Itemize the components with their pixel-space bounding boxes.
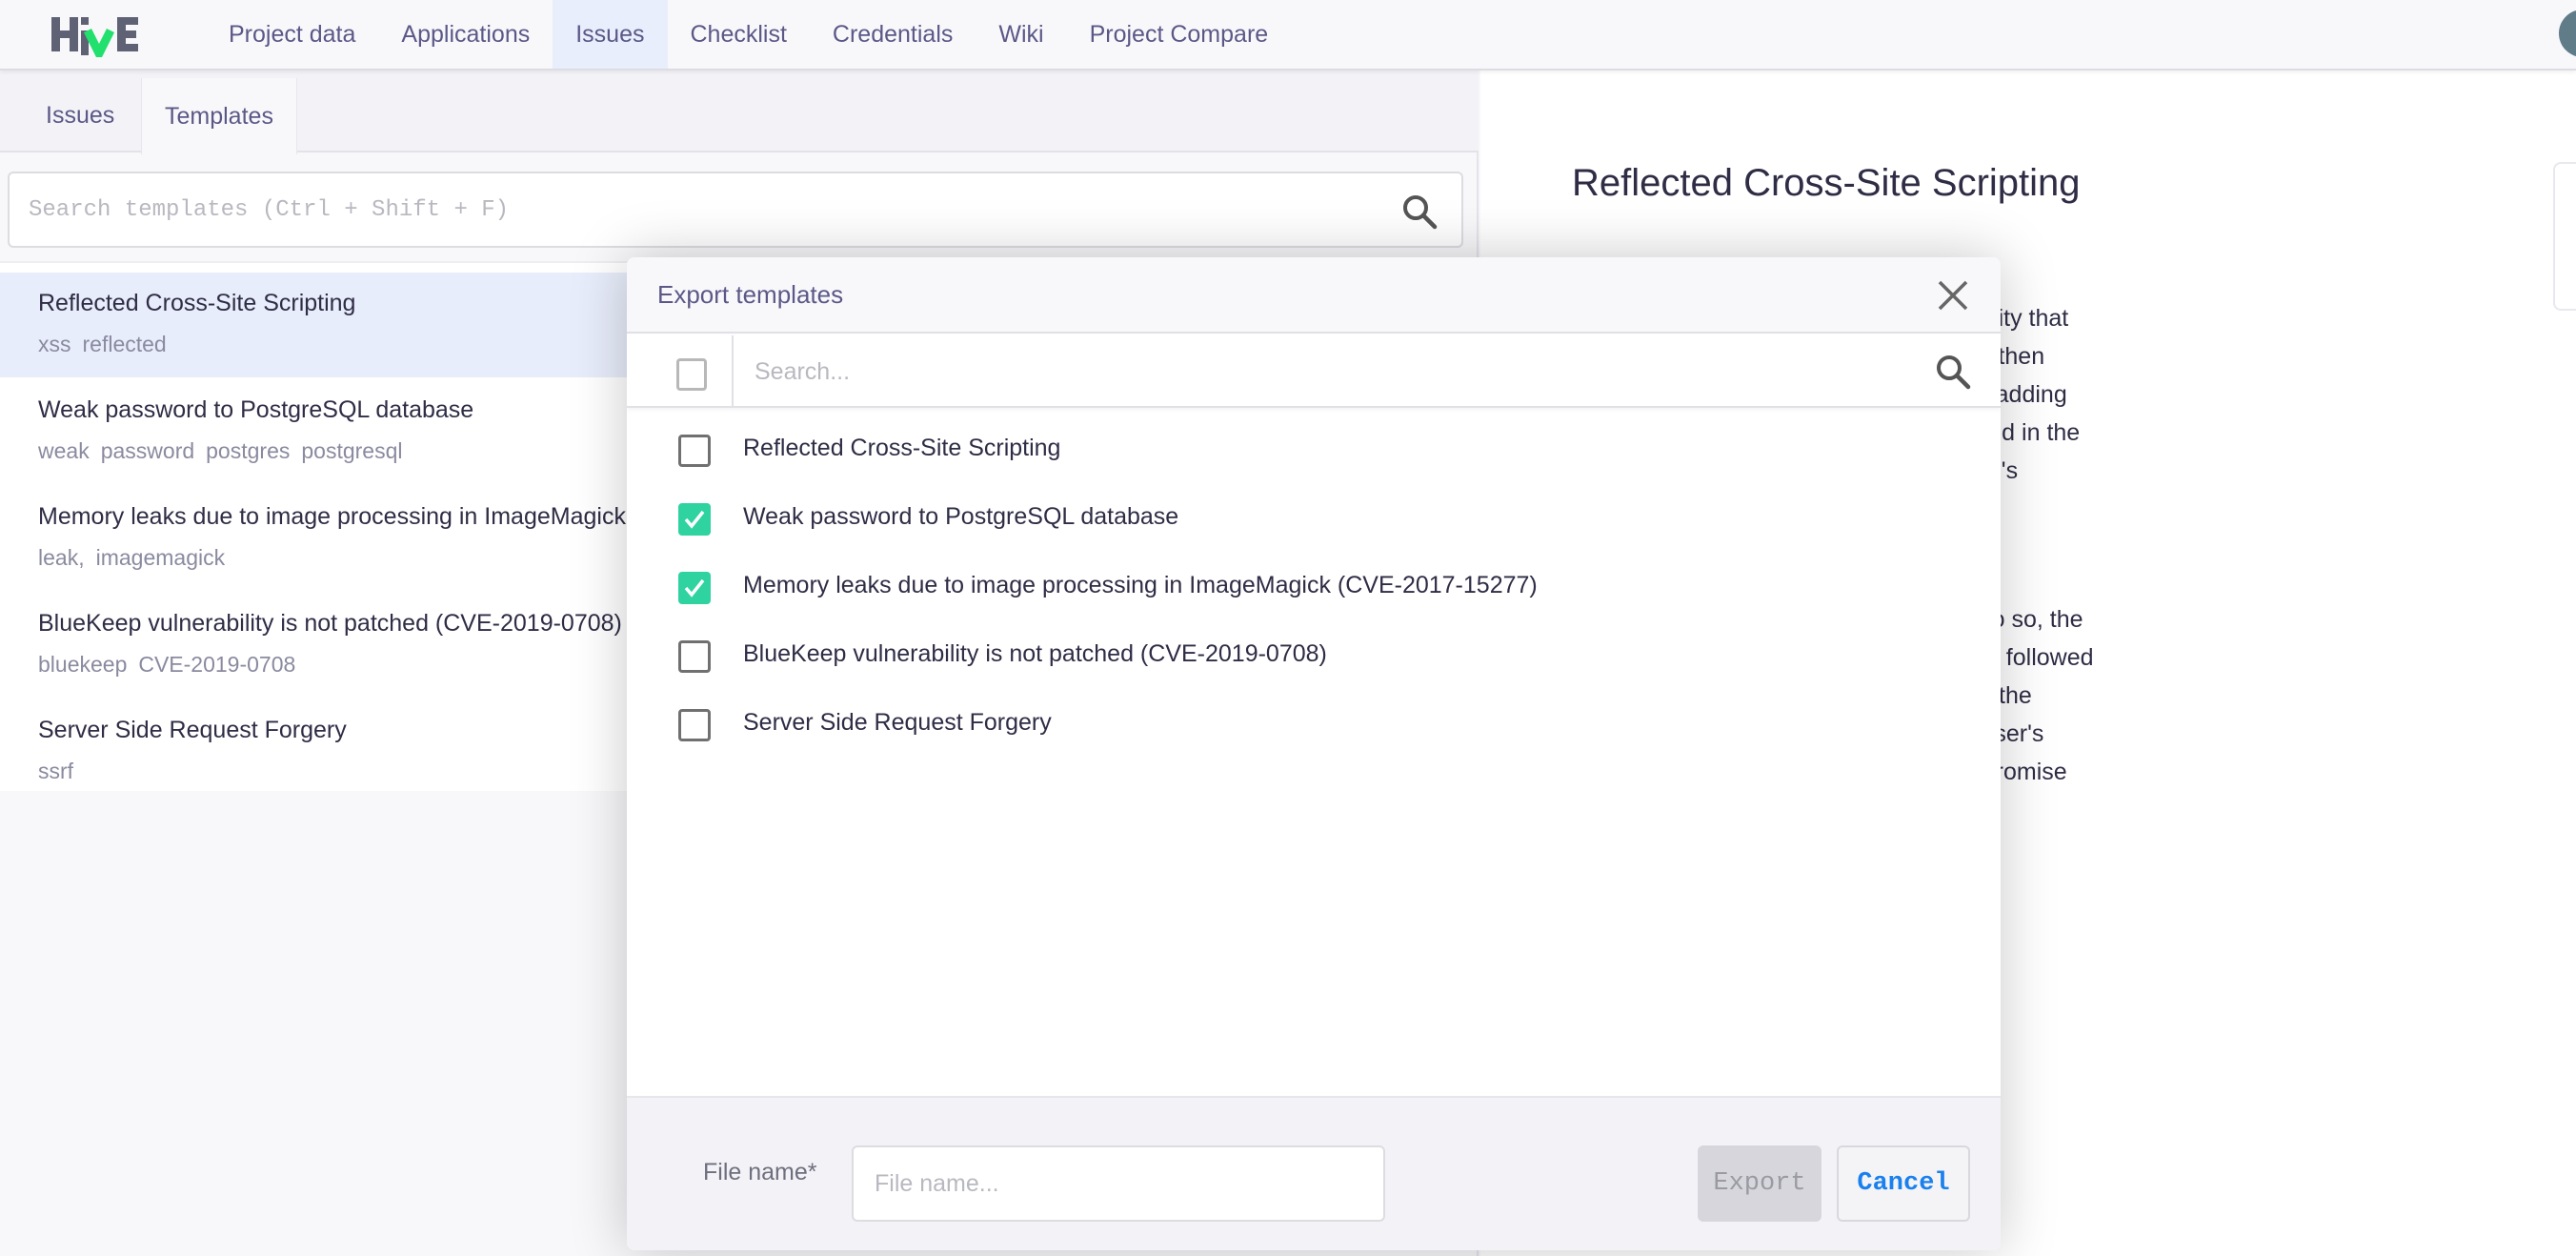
tag: imagemagick — [95, 545, 226, 570]
export-templates-dialog: Export templates Reflected Cross-Site Sc… — [627, 257, 2001, 1250]
search-icon[interactable] — [1400, 192, 1439, 231]
export-button[interactable]: Export — [1698, 1145, 1821, 1222]
select-all-checkbox[interactable] — [676, 358, 707, 391]
dialog-header: Export templates — [627, 257, 2001, 334]
nav-wiki[interactable]: Wiki — [976, 0, 1066, 69]
nav-credentials[interactable]: Credentials — [810, 0, 976, 69]
nav-project-compare[interactable]: Project Compare — [1067, 0, 1292, 69]
template-tags: bluekeep CVE-2019-0708 — [38, 652, 307, 678]
item-label: Reflected Cross-Site Scripting — [743, 435, 1061, 461]
side-card — [2553, 162, 2576, 311]
tag: ssrf — [38, 759, 74, 783]
search-icon[interactable] — [1934, 353, 1972, 391]
close-icon[interactable] — [1932, 274, 1974, 316]
template-tags: ssrf — [38, 759, 85, 784]
template-detail-title: Reflected Cross-Site Scripting — [1572, 162, 2081, 204]
file-name-label: File name* — [703, 1159, 817, 1185]
checkmark-icon — [684, 578, 705, 598]
nav-project-data[interactable]: Project data — [206, 0, 378, 69]
item-label: BlueKeep vulnerability is not patched (C… — [743, 640, 1327, 667]
template-title: Reflected Cross-Site Scripting — [38, 290, 356, 316]
tag: xss — [38, 332, 71, 356]
file-name-input[interactable] — [852, 1145, 1385, 1222]
template-search-box — [8, 172, 1463, 248]
tag: weak — [38, 438, 90, 463]
nav-checklist[interactable]: Checklist — [668, 0, 810, 69]
checkmark-icon — [684, 510, 705, 529]
hive-logo[interactable] — [50, 13, 149, 57]
template-title: Server Side Request Forgery — [38, 717, 347, 743]
dialog-search-input[interactable] — [755, 335, 1898, 408]
item-checkbox[interactable] — [678, 435, 711, 467]
tag: bluekeep — [38, 652, 128, 677]
template-title: Weak password to PostgreSQL database — [38, 396, 474, 423]
main-nav: Project data Applications Issues Checkli… — [206, 0, 1291, 69]
tag: postgresql — [301, 438, 403, 463]
divider — [732, 335, 734, 408]
export-list-item[interactable]: Server Side Request Forgery — [627, 690, 2001, 759]
item-label: Memory leaks due to image processing in … — [743, 572, 1538, 598]
dialog-title: Export templates — [657, 280, 844, 309]
user-avatar[interactable] — [2559, 10, 2576, 57]
export-template-list: Reflected Cross-Site Scripting Weak pass… — [627, 410, 2001, 1096]
item-checkbox[interactable] — [678, 640, 711, 673]
nav-issues[interactable]: Issues — [553, 0, 668, 69]
export-list-item[interactable]: Reflected Cross-Site Scripting — [627, 415, 2001, 484]
template-tags: weak password postgres postgresql — [38, 438, 413, 464]
export-list-item[interactable]: Weak password to PostgreSQL database — [627, 484, 2001, 553]
nav-applications[interactable]: Applications — [378, 0, 553, 69]
template-tags: xss reflected — [38, 332, 178, 357]
item-checkbox[interactable] — [678, 709, 711, 741]
item-label: Weak password to PostgreSQL database — [743, 503, 1179, 530]
top-navbar: Project data Applications Issues Checkli… — [0, 0, 2576, 71]
tag: reflected — [82, 332, 167, 356]
tag: password — [100, 438, 195, 463]
tag: CVE-2019-0708 — [138, 652, 296, 677]
template-tags: leak, imagemagick — [38, 545, 236, 571]
tag: leak, — [38, 545, 85, 570]
item-label: Server Side Request Forgery — [743, 709, 1052, 736]
tag: postgres — [206, 438, 291, 463]
tab-issues[interactable]: Issues — [23, 78, 137, 152]
template-search-input[interactable] — [29, 173, 1362, 246]
dialog-search-row — [627, 335, 2001, 408]
export-list-item[interactable]: BlueKeep vulnerability is not patched (C… — [627, 621, 2001, 690]
tab-templates[interactable]: Templates — [141, 78, 297, 154]
panel-tabs: Issues Templates — [0, 71, 1479, 154]
item-checkbox[interactable] — [678, 503, 711, 536]
export-list-item[interactable]: Memory leaks due to image processing in … — [627, 553, 2001, 621]
cancel-button[interactable]: Cancel — [1837, 1145, 1970, 1222]
dialog-footer: File name* Export Cancel — [627, 1096, 2001, 1250]
template-title: BlueKeep vulnerability is not patched (C… — [38, 610, 622, 637]
item-checkbox[interactable] — [678, 572, 711, 604]
